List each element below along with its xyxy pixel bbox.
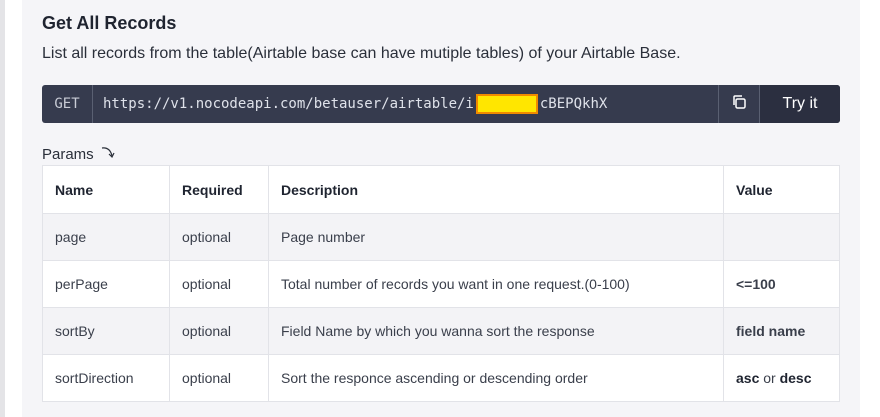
header-name: Name <box>42 165 170 214</box>
value-asc: asc <box>736 370 760 386</box>
param-required: optional <box>169 213 269 261</box>
header-required: Required <box>169 165 269 214</box>
redacted-block <box>475 94 538 114</box>
table-row: perPage optional Total number of records… <box>42 260 840 308</box>
params-heading: Params <box>42 145 118 163</box>
param-required: optional <box>169 307 269 355</box>
params-label: Params <box>42 145 94 163</box>
curved-arrow-icon <box>100 145 118 163</box>
param-name: sortDirection <box>42 354 170 402</box>
url-start: https://v1.nocodeapi.com/betauser/airtab… <box>103 96 474 112</box>
param-name: page <box>42 213 170 261</box>
param-name: perPage <box>42 260 170 308</box>
param-value: asc or desc <box>723 354 840 402</box>
param-description: Sort the responce ascending or descendin… <box>268 354 724 402</box>
endpoint-url[interactable]: https://v1.nocodeapi.com/betauser/airtab… <box>93 85 718 123</box>
header-value: Value <box>723 165 840 214</box>
table-row: sortDirection optional Sort the responce… <box>42 354 840 402</box>
api-section-card: Get All Records List all records from th… <box>22 0 860 417</box>
copy-icon <box>731 94 747 114</box>
left-divider <box>0 0 5 417</box>
try-it-button[interactable]: Try it <box>759 85 840 123</box>
params-table: Name Required Description Value page opt… <box>42 165 840 402</box>
param-description: Field Name by which you wanna sort the r… <box>268 307 724 355</box>
endpoint-bar: GET https://v1.nocodeapi.com/betauser/ai… <box>42 85 840 123</box>
table-row: page optional Page number <box>42 213 840 261</box>
param-required: optional <box>169 354 269 402</box>
param-value <box>723 213 840 261</box>
param-name: sortBy <box>42 307 170 355</box>
param-description: Total number of records you want in one … <box>268 260 724 308</box>
param-description: Page number <box>268 213 724 261</box>
copy-button[interactable] <box>718 85 759 123</box>
header-description: Description <box>268 165 724 214</box>
table-header-row: Name Required Description Value <box>42 165 840 214</box>
table-row: sortBy optional Field Name by which you … <box>42 307 840 355</box>
param-required: optional <box>169 260 269 308</box>
value-desc: desc <box>779 370 812 386</box>
section-description: List all records from the table(Airtable… <box>42 45 681 62</box>
section-title: Get All Records <box>42 13 177 33</box>
http-method: GET <box>42 85 93 123</box>
param-value: <=100 <box>723 260 840 308</box>
url-end: cBEPQkhX <box>539 96 608 112</box>
value-or: or <box>759 370 780 386</box>
param-value: field name <box>723 307 840 355</box>
